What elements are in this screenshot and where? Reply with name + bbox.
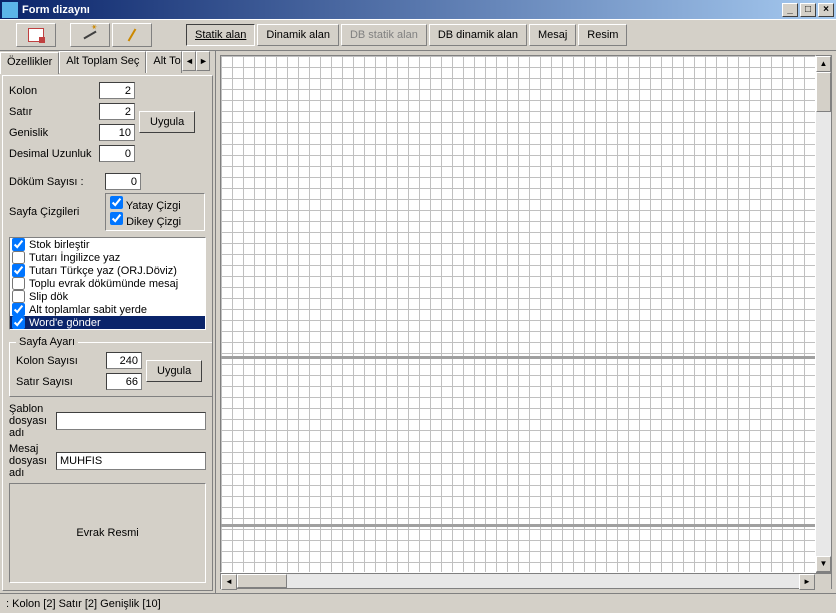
kolon-label: Kolon: [9, 85, 99, 97]
dikey-check[interactable]: Dikey Çizgi: [110, 212, 200, 228]
page-settings-group: Sayfa Ayarı Kolon Sayısı Uygula Satır Sa…: [9, 336, 213, 397]
minimize-button[interactable]: _: [782, 3, 798, 17]
yatay-check[interactable]: Yatay Çizgi: [110, 196, 200, 212]
tab-alt-toplam[interactable]: Alt Toplam Seç: [59, 51, 146, 73]
kolon-sayisi-label: Kolon Sayısı: [16, 355, 106, 367]
toolbar: Statik alan Dinamik alan DB statik alan …: [0, 19, 836, 51]
pencil-button[interactable]: [112, 23, 152, 47]
checklist-item[interactable]: Slip dök: [10, 290, 205, 303]
options-checklist[interactable]: Stok birleştirTutarı İngilizce yazTutarı…: [9, 237, 206, 330]
tab-alt-to[interactable]: Alt To: [146, 51, 182, 73]
checklist-checkbox[interactable]: [12, 251, 25, 264]
section-divider: [221, 356, 815, 359]
wand-button[interactable]: [70, 23, 110, 47]
evrak-resmi-box[interactable]: Evrak Resmi: [9, 483, 206, 583]
mode-dynamic-button[interactable]: Dinamik alan: [257, 24, 339, 46]
window-title: Form dizaynı: [22, 4, 782, 16]
dokum-label: Döküm Sayısı :: [9, 176, 99, 188]
mode-dbdynamic-button[interactable]: DB dinamik alan: [429, 24, 527, 46]
mesaj-label: Mesaj dosyası adı: [9, 443, 52, 479]
scroll-thumb[interactable]: [816, 72, 831, 112]
sayfa-cizgi-label: Sayfa Çizgileri: [9, 206, 99, 218]
tab-ozellikler[interactable]: Özellikler: [0, 52, 59, 74]
scroll-right-button[interactable]: ►: [799, 574, 815, 590]
statusbar: : Kolon [2] Satır [2] Genişlik [10]: [0, 593, 836, 613]
tab-scroll-left[interactable]: ◄: [182, 51, 196, 71]
satir-label: Satır: [9, 106, 99, 118]
dokum-input[interactable]: [105, 173, 141, 190]
checklist-label: Stok birleştir: [29, 239, 90, 251]
scroll-left-button[interactable]: ◄: [221, 574, 237, 590]
scroll-down-button[interactable]: ▼: [816, 556, 831, 572]
mesaj-input[interactable]: [56, 452, 206, 470]
checklist-item[interactable]: Word'e gönder: [10, 316, 205, 329]
sablon-input[interactable]: [56, 412, 206, 430]
page-settings-legend: Sayfa Ayarı: [16, 336, 78, 348]
sablon-label: Şablon dosyası adı: [9, 403, 52, 439]
genislik-label: Genislik: [9, 127, 99, 139]
tab-scroll-right[interactable]: ►: [196, 51, 210, 71]
side-tabs: Özellikler Alt Toplam Seç Alt To ◄ ►: [0, 51, 215, 73]
checklist-item[interactable]: Tutarı Türkçe yaz (ORJ.Döviz): [10, 264, 205, 277]
app-icon: [2, 2, 18, 18]
wand-icon: [83, 31, 96, 40]
satir-sayisi-label: Satır Sayısı: [16, 376, 106, 388]
checklist-checkbox[interactable]: [12, 303, 25, 316]
mode-dbstatic-button: DB statik alan: [341, 24, 427, 46]
checklist-label: Slip dök: [29, 291, 68, 303]
checklist-checkbox[interactable]: [12, 290, 25, 303]
maximize-button[interactable]: □: [800, 3, 816, 17]
pencil-icon: [128, 28, 137, 41]
kolon-sayisi-input[interactable]: [106, 352, 142, 369]
genislik-input[interactable]: [99, 124, 135, 141]
checklist-checkbox[interactable]: [12, 238, 25, 251]
uygula-button[interactable]: Uygula: [139, 111, 195, 133]
properties-panel: Kolon Satır Uygula Genislik Desimal Uzun…: [2, 75, 213, 591]
status-text: : Kolon [2] Satır [2] Genişlik [10]: [6, 598, 161, 610]
checklist-label: Toplu evrak dökümünde mesaj: [29, 278, 178, 290]
checklist-checkbox[interactable]: [12, 316, 25, 329]
checklist-checkbox[interactable]: [12, 277, 25, 290]
checklist-item[interactable]: Stok birleştir: [10, 238, 205, 251]
checklist-label: Word'e gönder: [29, 317, 101, 329]
checklist-label: Alt toplamlar sabit yerde: [29, 304, 147, 316]
satir-input[interactable]: [99, 103, 135, 120]
evrak-label: Evrak Resmi: [76, 527, 138, 539]
checklist-label: Tutarı İngilizce yaz: [29, 252, 120, 264]
close-button[interactable]: ×: [818, 3, 834, 17]
page-uygula-button[interactable]: Uygula: [146, 360, 202, 382]
save-button[interactable]: [16, 23, 56, 47]
mode-image-button[interactable]: Resim: [578, 24, 627, 46]
desimal-label: Desimal Uzunluk: [9, 148, 99, 160]
section-divider: [221, 524, 815, 527]
mode-static-button[interactable]: Statik alan: [186, 24, 255, 46]
checklist-item[interactable]: Toplu evrak dökümünde mesaj: [10, 277, 205, 290]
checklist-label: Tutarı Türkçe yaz (ORJ.Döviz): [29, 265, 177, 277]
scroll-up-button[interactable]: ▲: [816, 56, 831, 72]
vertical-scrollbar[interactable]: ▲ ▼: [816, 55, 832, 573]
mode-message-button[interactable]: Mesaj: [529, 24, 576, 46]
horizontal-scrollbar[interactable]: ◄ ►: [220, 573, 832, 589]
satir-sayisi-input[interactable]: [106, 373, 142, 390]
kolon-input[interactable]: [99, 82, 135, 99]
save-icon: [28, 28, 44, 42]
checklist-checkbox[interactable]: [12, 264, 25, 277]
desimal-input[interactable]: [99, 145, 135, 162]
titlebar: Form dizaynı _ □ ×: [0, 0, 836, 19]
checklist-item[interactable]: Alt toplamlar sabit yerde: [10, 303, 205, 316]
design-canvas[interactable]: [220, 55, 816, 573]
checklist-item[interactable]: Tutarı İngilizce yaz: [10, 251, 205, 264]
scroll-thumb[interactable]: [237, 574, 287, 588]
